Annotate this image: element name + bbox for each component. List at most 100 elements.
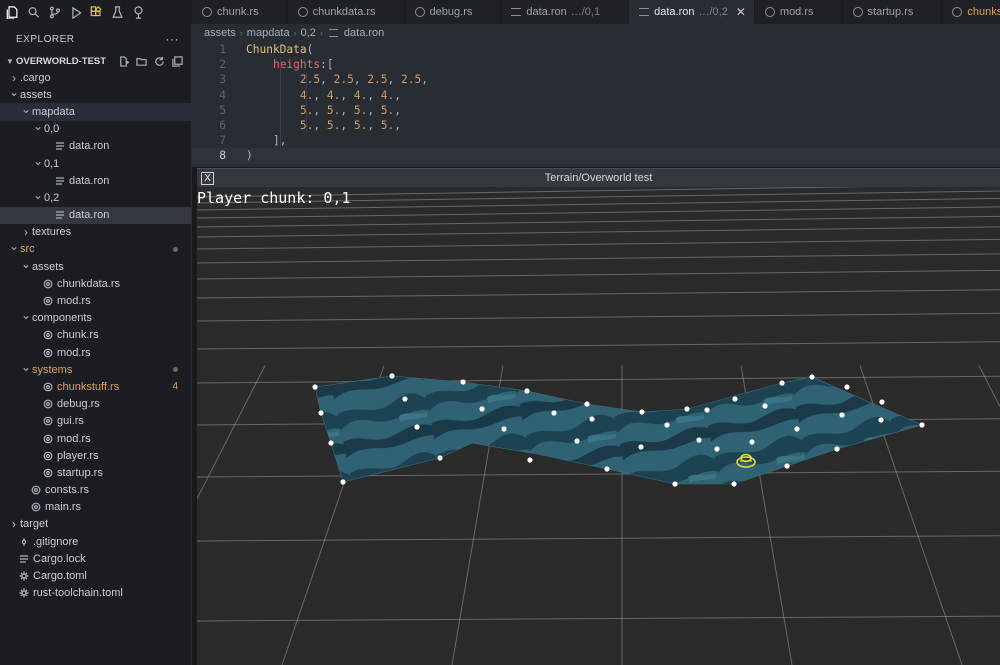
tree-item-label: mapdata xyxy=(32,105,75,118)
tree-file[interactable]: chunkdata.rs xyxy=(0,275,191,292)
tree-item-label: chunk.rs xyxy=(57,329,99,342)
tree-item-label: startup.rs xyxy=(57,466,103,479)
tree-file[interactable]: gui.rs xyxy=(0,413,191,430)
code-line[interactable]: 5 5., 5., 5., 5., xyxy=(192,103,1000,118)
tree-file[interactable]: startup.rs xyxy=(0,464,191,481)
tree-file[interactable]: player.rs xyxy=(0,447,191,464)
game-window-titlebar[interactable]: X Terrain/Overworld test xyxy=(197,168,1000,187)
source-control-icon[interactable] xyxy=(46,4,62,20)
rust-file-icon xyxy=(42,347,54,359)
code-line[interactable]: 7 ], xyxy=(192,133,1000,148)
editor-tab[interactable]: data.ron …/0,1 xyxy=(501,0,630,24)
tree-folder[interactable]: ⌄ components xyxy=(0,308,191,327)
code-line[interactable]: 4 4., 4., 4., 4., xyxy=(192,88,1000,103)
tree-folder[interactable]: › target xyxy=(0,516,191,533)
editor-tab[interactable]: mod.rs xyxy=(755,0,843,24)
file-lines-icon xyxy=(511,8,522,16)
editor-tab[interactable]: chunk.rs xyxy=(192,0,288,24)
tree-file[interactable]: Cargo.toml xyxy=(0,567,191,584)
tree-item-label: .gitignore xyxy=(33,535,79,548)
tree-file[interactable]: consts.rs xyxy=(0,482,191,499)
terrain-vertex-marker xyxy=(460,379,466,385)
chevron-down-icon: ⌄ xyxy=(20,256,32,271)
code-text: 5., 5., 5., 5., xyxy=(300,119,402,132)
rust-file-icon xyxy=(42,450,54,462)
tree-file[interactable]: chunkstuff.rs 4 xyxy=(0,378,191,395)
code-line[interactable]: 2 heights:[ xyxy=(192,57,1000,72)
line-number: 5 xyxy=(219,103,226,117)
grid-line xyxy=(197,312,1000,322)
tree-item-label: consts.rs xyxy=(45,484,90,497)
breadcrumb-item[interactable]: assets xyxy=(204,27,236,39)
tree-item-label: components xyxy=(32,312,92,325)
terrain-vertex-marker xyxy=(809,374,815,380)
tree-file[interactable]: .gitignore xyxy=(0,533,191,550)
terrain-vertex-marker xyxy=(328,440,334,446)
close-tab-icon[interactable]: ✕ xyxy=(736,5,746,19)
refresh-icon[interactable] xyxy=(153,55,165,67)
file-lines-icon xyxy=(328,29,338,37)
editor-tab[interactable]: debug.rs xyxy=(405,0,502,24)
game-viewport[interactable]: Player chunk: 0,1 xyxy=(197,187,1000,665)
remote-icon[interactable] xyxy=(130,4,146,20)
tree-item-label: systems xyxy=(32,363,73,376)
x-window-icon: X xyxy=(201,171,214,185)
code-editor[interactable]: 1 ChunkData(2 heights:[3 2.5, 2.5, 2.5, 2… xyxy=(192,42,1000,167)
tree-folder[interactable]: ⌄ 0,1 xyxy=(0,154,191,172)
breadcrumb-item[interactable]: mapdata xyxy=(247,27,290,39)
tree-folder[interactable]: ⌄ 0,0 xyxy=(0,119,191,138)
tree-file[interactable]: mod.rs xyxy=(0,344,191,361)
rust-file-icon xyxy=(42,381,54,393)
code-line[interactable]: 6 5., 5., 5., 5., xyxy=(192,118,1000,133)
explorer-sidebar: EXPLORER ··· ▼ OVERWORLD-TEST › .cargo ⌄ as… xyxy=(0,24,192,665)
extensions-icon[interactable] xyxy=(88,4,104,20)
tree-file[interactable]: mod.rs xyxy=(0,430,191,447)
tree-file[interactable]: main.rs xyxy=(0,499,191,516)
tree-file[interactable]: debug.rs xyxy=(0,396,191,413)
tree-folder[interactable]: ⌄ 0,2 xyxy=(0,188,191,206)
tree-file[interactable]: rust-toolchain.toml xyxy=(0,585,191,602)
tree-folder[interactable]: › textures xyxy=(0,224,191,241)
code-line[interactable]: 8) xyxy=(192,148,1000,164)
tree-file[interactable]: data.ron xyxy=(0,172,191,189)
terrain-vertex-marker xyxy=(749,439,755,445)
tree-file[interactable]: chunk.rs xyxy=(0,327,191,344)
tree-folder[interactable]: ⌄ src xyxy=(0,239,191,258)
tree-item-label: data.ron xyxy=(69,174,110,187)
chevron-down-icon: ⌄ xyxy=(32,119,44,134)
tree-file[interactable]: data.ron xyxy=(0,206,191,224)
new-file-icon[interactable] xyxy=(117,55,129,67)
terrain-vertex-marker xyxy=(527,457,533,463)
grid-line xyxy=(197,253,1000,264)
terrain-vertex-marker xyxy=(844,384,850,390)
tree-folder[interactable]: › .cargo xyxy=(0,69,191,86)
tree-file[interactable]: Cargo.lock xyxy=(0,550,191,567)
tree-file[interactable]: data.ron xyxy=(0,138,191,155)
new-folder-icon[interactable] xyxy=(135,55,147,67)
tree-folder[interactable]: ⌄ assets xyxy=(0,85,191,103)
code-line[interactable]: 1 ChunkData( xyxy=(192,42,1000,57)
tree-folder[interactable]: ⌄ systems xyxy=(0,360,191,378)
tree-item-label: src xyxy=(20,243,35,256)
collapse-all-icon[interactable] xyxy=(171,55,183,67)
editor-tab[interactable]: data.ron …/0,2 ✕ xyxy=(629,0,755,24)
run-debug-icon[interactable] xyxy=(67,4,83,20)
chevron-down-icon: ⌄ xyxy=(20,101,32,116)
tree-file[interactable]: mod.rs xyxy=(0,292,191,309)
code-line[interactable]: 3 2.5, 2.5, 2.5, 2.5, xyxy=(192,72,1000,87)
hud-player-chunk: Player chunk: 0,1 xyxy=(197,189,351,207)
tree-folder[interactable]: ⌄ mapdata xyxy=(0,101,191,121)
breadcrumb-item[interactable]: data.ron xyxy=(344,27,384,39)
project-root[interactable]: ▼ OVERWORLD-TEST xyxy=(0,54,191,68)
testing-icon[interactable] xyxy=(109,4,125,20)
editor-tab[interactable]: chunkdata.rs xyxy=(288,0,405,24)
search-icon[interactable] xyxy=(25,4,41,20)
breadcrumb-item[interactable]: 0,2 xyxy=(301,27,316,39)
scene-canvas xyxy=(197,187,1000,665)
more-actions-button[interactable]: ··· xyxy=(166,32,180,46)
files-icon[interactable] xyxy=(4,4,20,20)
editor-tab[interactable]: chunkstuff.rs xyxy=(942,0,1000,24)
editor-tab[interactable]: startup.rs xyxy=(843,0,943,24)
rust-file-icon xyxy=(297,7,308,17)
tree-folder[interactable]: ⌄ assets xyxy=(0,256,191,275)
